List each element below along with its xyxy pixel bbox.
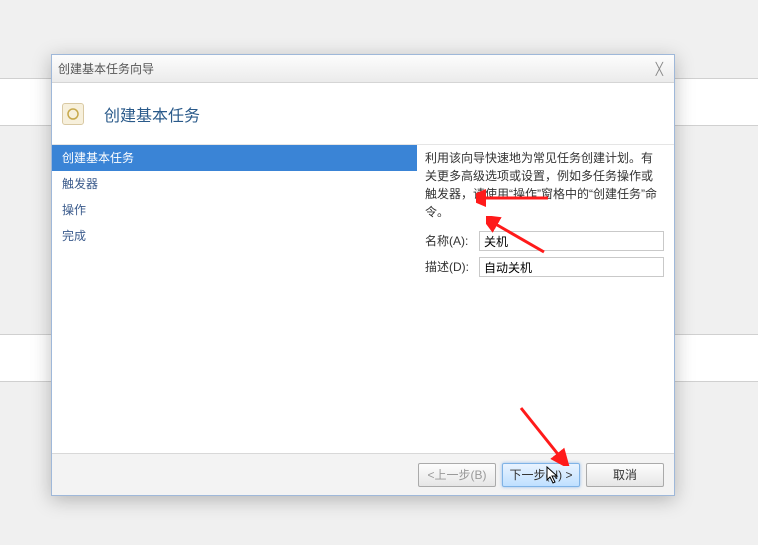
- step-trigger[interactable]: 触发器: [52, 171, 417, 197]
- description-row: 描述(D):: [425, 257, 664, 277]
- content-panel: 利用该向导快速地为常见任务创建计划。有关更多高级选项或设置，例如多任务操作或触发…: [417, 145, 674, 453]
- step-create-basic-task[interactable]: 创建基本任务: [52, 145, 417, 171]
- step-finish[interactable]: 完成: [52, 223, 417, 249]
- wizard-dialog: 创建基本任务向导 ╳ 创建基本任务 创建基本任务 触发器 操作 完成 利用该向导…: [51, 54, 675, 496]
- wizard-icon: [62, 103, 84, 125]
- next-button[interactable]: 下一步(N) >: [502, 463, 580, 487]
- cancel-button[interactable]: 取消: [586, 463, 664, 487]
- name-row: 名称(A):: [425, 231, 664, 251]
- button-bar: <上一步(B) 下一步(N) > 取消: [52, 453, 674, 495]
- step-action[interactable]: 操作: [52, 197, 417, 223]
- name-input[interactable]: [479, 231, 664, 251]
- description-input[interactable]: [479, 257, 664, 277]
- wizard-body: 创建基本任务 触发器 操作 完成 利用该向导快速地为常见任务创建计划。有关更多高…: [52, 145, 674, 453]
- page-title: 创建基本任务: [104, 102, 200, 126]
- back-button: <上一步(B): [418, 463, 496, 487]
- window-title: 创建基本任务向导: [58, 60, 154, 77]
- description-label: 描述(D):: [425, 258, 479, 276]
- close-icon[interactable]: ╳: [650, 62, 668, 76]
- name-label: 名称(A):: [425, 232, 479, 250]
- steps-list: 创建基本任务 触发器 操作 完成: [52, 145, 417, 453]
- titlebar[interactable]: 创建基本任务向导 ╳: [52, 55, 674, 83]
- wizard-header: 创建基本任务: [52, 83, 674, 145]
- description-text: 利用该向导快速地为常见任务创建计划。有关更多高级选项或设置，例如多任务操作或触发…: [425, 149, 664, 221]
